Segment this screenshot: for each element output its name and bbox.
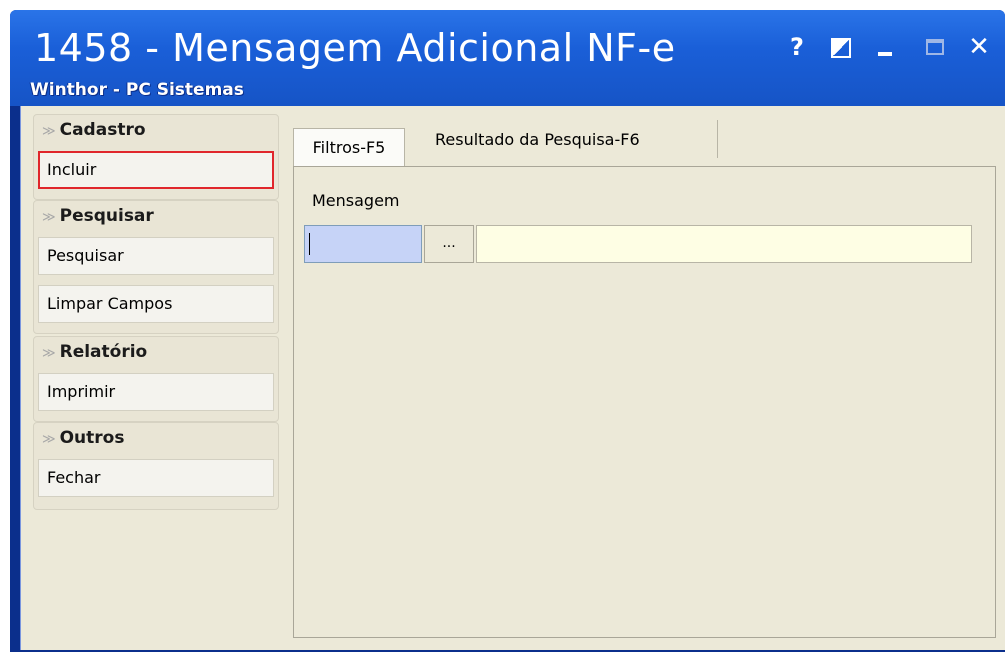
tab-filtros[interactable]: Filtros-F5 <box>293 128 405 166</box>
group-header-outros[interactable]: ≫ Outros <box>34 423 278 453</box>
sidebar: ≫ Cadastro Incluir ≫ Pesquisar Pesquisar L… <box>33 114 279 518</box>
mensagem-label: Mensagem <box>312 191 400 210</box>
minimize-button[interactable] <box>868 32 902 62</box>
group-header-cadastro[interactable]: ≫ Cadastro <box>34 115 278 145</box>
group-outros: ≫ Outros Fechar <box>33 422 279 510</box>
client-area: ≫ Cadastro Incluir ≫ Pesquisar Pesquisar L… <box>20 106 1005 650</box>
mensagem-code-input[interactable] <box>304 225 422 263</box>
group-header-relatorio[interactable]: ≫ Relatório <box>34 337 278 367</box>
pesquisar-button[interactable]: Pesquisar <box>38 237 274 275</box>
minimize-icon <box>878 52 892 56</box>
fechar-button[interactable]: Fechar <box>38 459 274 497</box>
group-label: Outros <box>59 428 125 448</box>
group-header-pesquisar[interactable]: ≫ Pesquisar <box>34 201 278 231</box>
restore-button[interactable] <box>824 32 858 62</box>
group-relatorio: ≫ Relatório Imprimir <box>33 336 279 422</box>
app-window: 1458 - Mensagem Adicional NF-e Winthor -… <box>10 10 1005 652</box>
window-title: 1458 - Mensagem Adicional NF-e <box>34 26 676 70</box>
double-chevron-down-icon: ≫ <box>42 124 56 139</box>
group-label: Cadastro <box>59 120 146 140</box>
filters-panel: Mensagem ... <box>293 166 996 638</box>
group-cadastro: ≫ Cadastro Incluir <box>33 114 279 200</box>
group-label: Relatório <box>59 342 148 362</box>
maximize-icon <box>926 39 944 55</box>
imprimir-button[interactable]: Imprimir <box>38 373 274 411</box>
window-subtitle: Winthor - PC Sistemas <box>30 80 244 100</box>
group-pesquisar: ≫ Pesquisar Pesquisar Limpar Campos <box>33 200 279 334</box>
double-chevron-down-icon: ≫ <box>42 210 56 225</box>
double-chevron-down-icon: ≫ <box>42 432 56 447</box>
tab-resultado-pesquisa[interactable]: Resultado da Pesquisa-F6 <box>405 120 718 158</box>
text-caret <box>309 233 310 255</box>
group-label: Pesquisar <box>59 206 154 226</box>
maximize-button[interactable] <box>918 32 952 62</box>
double-chevron-down-icon: ≫ <box>42 346 56 361</box>
mensagem-description-field[interactable] <box>476 225 972 263</box>
limpar-campos-button[interactable]: Limpar Campos <box>38 285 274 323</box>
title-bar[interactable]: 1458 - Mensagem Adicional NF-e Winthor -… <box>10 10 1005 106</box>
incluir-button[interactable]: Incluir <box>38 151 274 189</box>
close-button[interactable]: ✕ <box>962 32 996 62</box>
help-button[interactable]: ? <box>780 32 814 62</box>
restore-icon <box>831 38 851 58</box>
lookup-button[interactable]: ... <box>424 225 474 263</box>
